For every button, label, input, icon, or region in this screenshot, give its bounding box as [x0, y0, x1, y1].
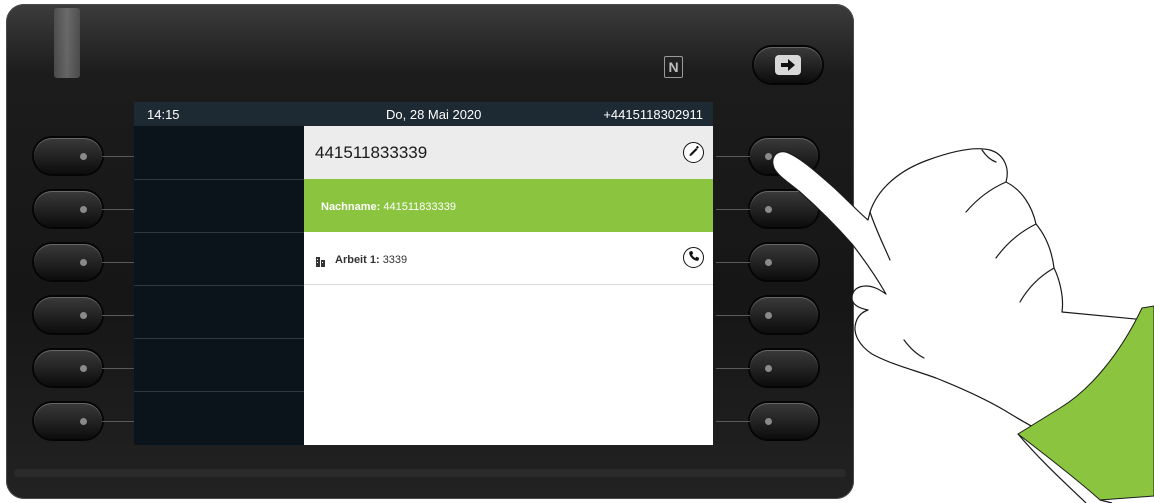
logout-button[interactable] — [754, 47, 822, 83]
status-date: Do, 28 Mai 2020 — [386, 107, 482, 122]
divider — [134, 179, 304, 180]
work-number-label: Arbeit 1: — [335, 254, 380, 266]
pencil-icon — [688, 144, 700, 162]
contact-title-row[interactable]: 441511833339 — [304, 126, 713, 179]
building-icon — [316, 254, 325, 267]
left-softkey-4[interactable] — [34, 297, 102, 333]
left-softkey-5[interactable] — [34, 350, 102, 386]
contact-number-title: 441511833339 — [315, 143, 428, 162]
left-softkey-3[interactable] — [34, 244, 102, 280]
left-softkey-labels-panel — [134, 126, 304, 445]
key-connector — [102, 421, 134, 422]
key-connector — [716, 156, 750, 157]
key-connector — [716, 421, 750, 422]
key-connector — [102, 209, 134, 210]
status-bar: 14:15 Do, 28 Mai 2020 +4415118302911 — [134, 102, 713, 126]
left-softkey-2[interactable] — [34, 191, 102, 227]
key-connector — [102, 262, 134, 263]
edit-button[interactable] — [683, 142, 704, 163]
logout-icon — [775, 55, 801, 75]
status-time: 14:15 — [147, 107, 180, 122]
key-connector — [716, 209, 750, 210]
divider — [134, 232, 304, 233]
left-softkey-1[interactable] — [34, 138, 102, 174]
status-own-number: +4415118302911 — [603, 107, 703, 122]
divider — [134, 338, 304, 339]
call-button[interactable] — [683, 247, 704, 268]
key-connector — [716, 368, 750, 369]
phone-bottom-band — [14, 469, 846, 477]
key-connector — [716, 262, 750, 263]
key-connector — [102, 156, 134, 157]
key-connector — [102, 315, 134, 316]
nfc-icon: N — [664, 56, 683, 78]
notification-led — [54, 8, 80, 78]
divider — [134, 285, 304, 286]
last-name-value: 441511833339 — [383, 201, 456, 213]
left-softkey-6[interactable] — [34, 403, 102, 439]
hand-illustration — [772, 148, 1154, 503]
last-name-row[interactable]: Nachname: 441511833339 — [304, 179, 713, 232]
work-number-row[interactable]: Arbeit 1: 3339 — [304, 232, 713, 285]
key-connector — [716, 315, 750, 316]
display-screen: 14:15 Do, 28 Mai 2020 +4415118302911 441… — [134, 102, 713, 445]
work-number-value: 3339 — [382, 254, 408, 266]
last-name-label: Nachname: — [321, 201, 381, 213]
contact-detail-panel: 441511833339 Nachname: 441511833339 Arbe… — [304, 126, 713, 445]
key-connector — [102, 368, 134, 369]
phone-handset-icon — [688, 249, 700, 267]
divider — [134, 391, 304, 392]
